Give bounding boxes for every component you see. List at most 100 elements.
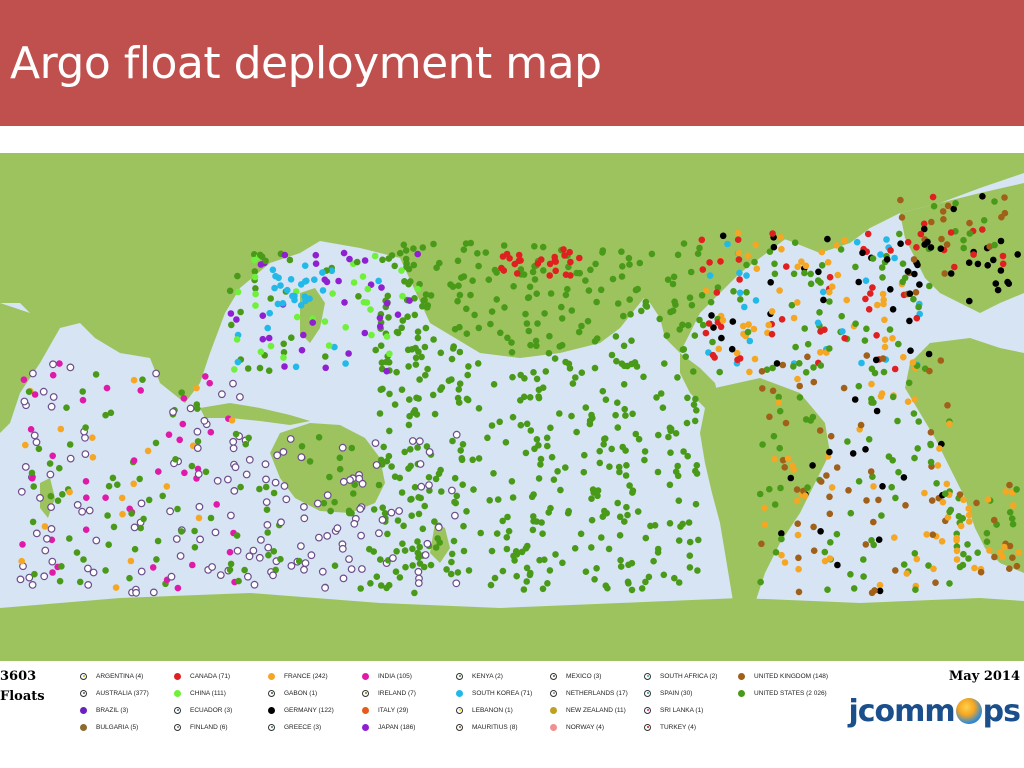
float-dot [938, 538, 946, 545]
float-dot [999, 260, 1007, 268]
float-dot [675, 579, 683, 586]
float-dot [83, 494, 90, 502]
float-dot [881, 343, 889, 351]
float-dot [584, 317, 592, 325]
float-dot [801, 325, 808, 332]
float-dot [421, 343, 429, 351]
float-dot [870, 541, 877, 549]
float-dot [298, 346, 306, 354]
float-dot [906, 317, 913, 325]
float-dot [73, 501, 82, 509]
legend-dot-icon [456, 689, 463, 697]
float-dot [877, 393, 885, 400]
float-dot [244, 365, 252, 372]
legend-dot-icon [738, 672, 745, 680]
float-dot [267, 342, 275, 350]
legend-label: GREECE (3) [284, 723, 322, 731]
float-dot [271, 478, 280, 487]
float-dot [16, 575, 25, 584]
float-dot [927, 458, 935, 466]
float-dot [264, 324, 272, 332]
float-dot [391, 401, 399, 408]
float-dot [202, 373, 209, 380]
float-dot [568, 307, 576, 314]
float-dot [873, 407, 881, 415]
float-dot [347, 565, 356, 574]
legend-dot-icon [80, 723, 87, 731]
float-dot [895, 468, 902, 476]
float-dot [193, 401, 201, 408]
float-dot [194, 470, 203, 479]
float-dot [545, 349, 553, 357]
float-dot [940, 216, 947, 223]
float-dot [771, 455, 778, 463]
float-dot [915, 303, 922, 311]
float-dot [533, 290, 540, 297]
float-dot [654, 468, 662, 476]
float-dot [432, 544, 440, 551]
float-dot [562, 271, 570, 278]
float-dot [795, 554, 802, 562]
legend-item: ARGENTINA (4) [80, 668, 143, 684]
float-dot [906, 290, 914, 297]
float-dot [300, 503, 308, 511]
float-dot [568, 412, 575, 420]
float-dot [487, 581, 495, 589]
float-dot [526, 283, 534, 291]
float-dot [243, 572, 252, 581]
float-dot [449, 437, 456, 445]
legend-dot-icon [362, 689, 369, 697]
legend-dot-icon [550, 672, 557, 680]
float-dot [910, 256, 918, 263]
float-dot [564, 285, 571, 293]
float-dot [105, 482, 113, 490]
float-dot [629, 410, 636, 418]
float-dot [499, 253, 507, 260]
float-dot [269, 266, 277, 274]
float-dot [43, 534, 51, 543]
float-dot [642, 534, 650, 542]
float-dot [604, 584, 611, 592]
float-dot [289, 292, 296, 300]
float-dot [386, 350, 393, 358]
legend-item: UNITED KINGDOM (148) [738, 668, 828, 684]
float-dot [46, 460, 54, 467]
float-dot [745, 321, 752, 328]
float-dot [843, 296, 850, 304]
float-dot [298, 443, 306, 450]
float-dot [527, 427, 535, 434]
float-dot [297, 542, 305, 551]
float-dot [552, 267, 559, 275]
float-dot [873, 332, 880, 339]
float-dot [715, 345, 723, 353]
float-dot [930, 565, 937, 573]
float-dot [277, 518, 285, 527]
float-dot [655, 431, 662, 439]
float-dot [735, 256, 743, 263]
float-dot [81, 450, 90, 459]
legend-label: UNITED KINGDOM (148) [754, 672, 829, 680]
float-dot [826, 555, 834, 562]
float-dot [322, 353, 329, 360]
float-dot [694, 250, 702, 257]
float-dot [323, 491, 332, 500]
float-dot [564, 509, 572, 517]
float-dot [79, 388, 86, 395]
float-dot [794, 375, 801, 383]
float-dot [488, 547, 496, 555]
float-dot [360, 298, 368, 306]
float-dot [273, 451, 282, 460]
float-dot [460, 273, 468, 280]
float-dot [315, 434, 323, 441]
float-dot [451, 325, 459, 333]
float-dot [1006, 481, 1013, 489]
legend-item: CANADA (71) [174, 668, 230, 684]
float-dot [436, 259, 443, 267]
float-dot [130, 480, 137, 488]
float-dot [227, 560, 235, 568]
float-dot [573, 428, 580, 436]
float-dot [1015, 549, 1023, 556]
float-dot [984, 262, 991, 269]
float-dot [284, 286, 291, 294]
float-dot [943, 241, 951, 248]
